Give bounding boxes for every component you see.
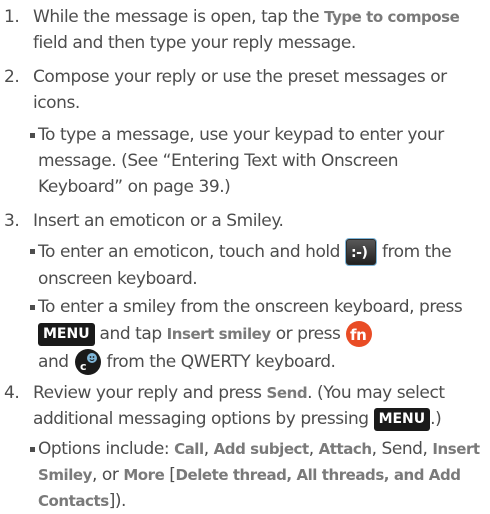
- step-text: Insert an emoticon or a Smiley.: [33, 211, 284, 231]
- bullet-text: ,: [308, 439, 319, 459]
- step-text: .): [430, 409, 442, 429]
- bullet-emoticon: To enter an emoticon, touch and hold :-)…: [30, 238, 486, 292]
- step-text: Review your reply and press: [33, 383, 267, 403]
- step-number: 4.: [4, 383, 20, 403]
- step-number: 1.: [4, 7, 20, 27]
- bullet-text: and tap: [94, 324, 167, 344]
- bullet-mark: [30, 305, 35, 310]
- bullet-mark: [30, 249, 35, 254]
- bullet-mark: [30, 447, 35, 452]
- bullet-smiley: To enter a smiley from the onscreen keyb…: [30, 294, 486, 376]
- bullet-type-message: To type a message, use your keypad to en…: [30, 122, 486, 200]
- option-attach: Attach: [318, 440, 372, 458]
- bullet-text: [: [164, 465, 176, 485]
- bullet-text: To type a message, use your keypad to en…: [38, 125, 444, 197]
- type-to-compose-label: Type to compose: [324, 8, 460, 26]
- bullet-text: ,: [203, 439, 214, 459]
- fn-key-icon: fn: [345, 320, 373, 348]
- send-label: Send: [266, 384, 308, 402]
- svg-text:fn: fn: [350, 326, 366, 344]
- step-2: 2. Compose your reply or use the preset …: [4, 64, 484, 116]
- step-text: While the message is open, tap the: [33, 7, 325, 27]
- bullet-text: from the QWERTY keyboard.: [101, 352, 336, 372]
- bullet-mark: [30, 133, 35, 138]
- menu-key-icon: MENU: [373, 407, 431, 431]
- smiley-key-icon: c: [74, 348, 102, 376]
- bullet-text: To enter an emoticon, touch and hold: [38, 242, 345, 262]
- step-text: field and then type your reply message.: [33, 33, 356, 53]
- bullet-text: , Send,: [371, 439, 433, 459]
- bullet-text: ]).: [108, 491, 127, 511]
- step-text: Compose your reply or use the preset mes…: [33, 67, 447, 113]
- option-add-subject: Add subject: [213, 440, 310, 458]
- option-more: More: [123, 466, 165, 484]
- bullet-text: Options include:: [38, 439, 175, 459]
- insert-smiley-label: Insert smiley: [166, 325, 272, 343]
- bullet-text: , or: [91, 465, 124, 485]
- bullet-text: or press: [270, 324, 346, 344]
- bullet-text: To enter a smiley from the onscreen keyb…: [38, 297, 463, 317]
- step-1: 1. While the message is open, tap the Ty…: [4, 4, 484, 56]
- svg-text::-): :-): [351, 245, 368, 261]
- step-number: 3.: [4, 211, 20, 231]
- emoticon-key-icon: :-): [344, 238, 377, 266]
- manual-page: 1. While the message is open, tap the Ty…: [0, 0, 490, 511]
- svg-text:c: c: [80, 360, 86, 373]
- step-3: 3. Insert an emoticon or a Smiley.: [4, 208, 484, 234]
- step-4: 4. Review your reply and press Send. (Yo…: [4, 380, 484, 432]
- step-number: 2.: [4, 67, 20, 87]
- option-call: Call: [174, 440, 204, 458]
- bullet-options: Options include: Call, Add subject, Atta…: [30, 436, 486, 514]
- bullet-text: and: [38, 352, 74, 372]
- menu-key-icon: MENU: [38, 322, 95, 346]
